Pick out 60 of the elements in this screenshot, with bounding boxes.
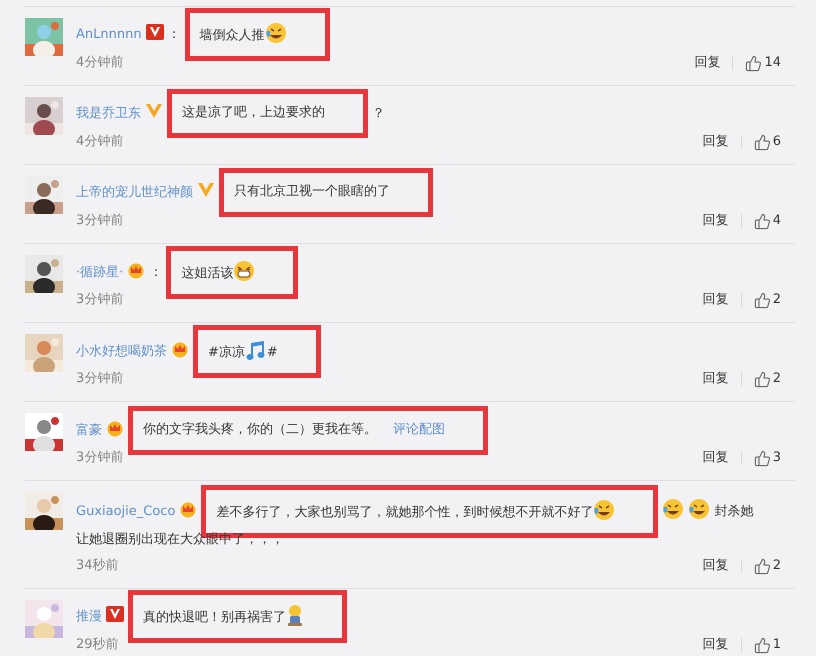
timestamp: 34秒前 (76, 557, 119, 576)
thumbs-up-icon (754, 134, 771, 150)
comment-text: 墙倒众人推 (200, 28, 265, 43)
thumbs-up-icon (754, 450, 771, 466)
sad-figure-icon (286, 604, 304, 626)
comment-text: ？ (372, 106, 385, 121)
reply-link[interactable]: 回复 (702, 556, 729, 576)
verified-icon (145, 103, 163, 119)
reply-link[interactable]: 回复 (702, 211, 729, 231)
thumbs-up-icon (754, 370, 771, 388)
timestamp: 3分钟前 (76, 291, 124, 310)
comment-text: # (266, 344, 278, 360)
comment-text: 这是凉了吧，上边要求的 (182, 104, 325, 120)
verified-icon (106, 606, 124, 622)
crown-icon (171, 340, 189, 358)
reply-link[interactable]: 回复 (694, 53, 720, 73)
timestamp: 29秒前 (76, 636, 119, 654)
comment-text: 你的文字我头疼，你的（二）更我在等。 (143, 422, 377, 437)
timestamp: 4分钟前 (76, 54, 124, 72)
comment-text: 真的快退吧！别再祸害了 (143, 610, 286, 625)
like-button[interactable]: 2 (754, 290, 781, 310)
comment-text: #凉凉 (208, 344, 245, 360)
music-note-icon (244, 338, 267, 361)
like-button[interactable]: 4 (754, 211, 781, 231)
crown-icon (127, 261, 146, 279)
verified-icon (146, 24, 164, 40)
like-button[interactable]: 3 (754, 448, 781, 468)
reply-link[interactable]: 回复 (702, 448, 729, 468)
thumbs-up-icon (745, 54, 762, 72)
timestamp: 3分钟前 (76, 449, 124, 468)
colon-text: ： (168, 27, 181, 42)
laughing-crying-emoji-icon (688, 498, 710, 520)
like-button[interactable]: 1 (754, 635, 781, 655)
timestamp: 4分钟前 (76, 133, 124, 152)
thumbs-up-icon (754, 636, 771, 654)
reply-link[interactable]: 回复 (702, 369, 729, 389)
like-button[interactable]: 14 (745, 53, 781, 73)
thumbs-up-icon (754, 292, 771, 308)
verified-icon (197, 182, 215, 198)
laughing-crying-emoji-icon (593, 498, 616, 521)
crown-icon (106, 419, 124, 437)
colon-text: ： (149, 265, 162, 280)
like-button[interactable]: 2 (754, 556, 781, 576)
crown-icon (179, 500, 198, 518)
thumbs-up-icon (754, 212, 771, 230)
comment-text: 只有北京卫视一个眼瞎的了 (234, 184, 390, 199)
timestamp: 3分钟前 (76, 370, 124, 388)
like-button[interactable]: 6 (754, 132, 781, 152)
laughing-crying-emoji-icon (662, 498, 684, 520)
thumbs-up-icon (754, 558, 771, 574)
grinning-emoji-icon (233, 260, 256, 282)
reply-link[interactable]: 回复 (702, 635, 729, 655)
like-button[interactable]: 2 (754, 369, 781, 389)
reply-link[interactable]: 回复 (702, 290, 729, 310)
comment-text: 差不多行了，大家也别骂了，就她那个性，到时候想不开就不好了 (216, 504, 594, 520)
comment-text: 这姐活该 (181, 266, 234, 281)
reply-link[interactable]: 回复 (702, 132, 729, 152)
laughing-crying-emoji-icon (264, 22, 287, 44)
comment-text: 封杀她 (714, 504, 754, 519)
timestamp: 3分钟前 (76, 212, 124, 230)
